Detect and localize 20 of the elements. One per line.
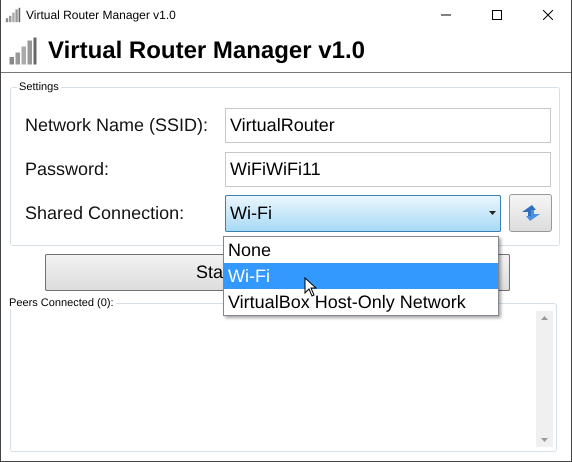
- app-heading: Virtual Router Manager v1.0: [48, 37, 365, 65]
- caret-icon: [489, 211, 496, 215]
- dropdown-option[interactable]: None: [224, 237, 498, 263]
- connection-dropdown[interactable]: Wi-Fi: [225, 194, 501, 232]
- window-title: Virtual Router Manager v1.0: [26, 8, 177, 22]
- scroll-down-icon[interactable]: [541, 438, 548, 442]
- scrollbar[interactable]: [536, 311, 553, 447]
- signal-bars-icon: [5, 7, 21, 23]
- signal-bars-icon: [8, 36, 38, 66]
- group-legend: Settings: [17, 81, 61, 93]
- input-field[interactable]: WiFiWiFi11: [225, 152, 551, 186]
- input-field[interactable]: VirtualRouter: [225, 108, 551, 142]
- mouse-cursor-icon: [304, 277, 317, 297]
- scroll-up-icon[interactable]: [541, 316, 548, 320]
- dropdown-option[interactable]: VirtualBox Host-Only Network: [224, 289, 498, 315]
- group-legend: Peers Connected (0):: [7, 297, 116, 309]
- field-label: Shared Connection:: [25, 202, 186, 224]
- refresh-button[interactable]: [509, 194, 552, 232]
- field-label: Network Name (SSID):: [25, 114, 210, 136]
- field-label: Password:: [25, 158, 110, 180]
